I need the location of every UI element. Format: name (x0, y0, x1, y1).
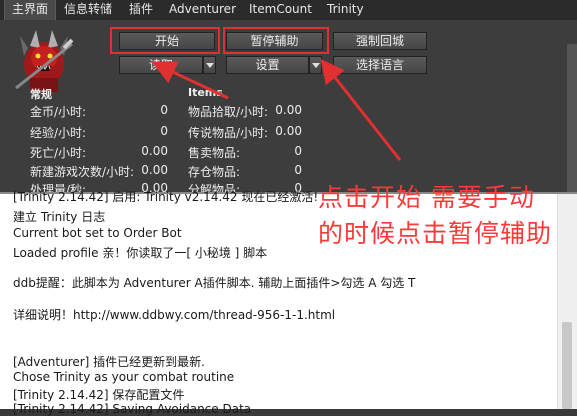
log-line: [Trinity 2.14.42] Saving Avoidance Data (13, 402, 252, 416)
instruction-line-1: 点击开始 需要手动 (318, 183, 535, 212)
sold-items-label: 售卖物品: (188, 146, 241, 160)
exp-per-hour-label: 经验/小时: (30, 126, 87, 140)
tab-itemcount[interactable]: ItemCount (242, 0, 319, 20)
panel-scrollbar[interactable] (567, 44, 577, 194)
main-panel: 开始 暂停辅助 强制回城 读取 设置 选择语言 常规 Items 金币/小时: … (0, 20, 577, 197)
log-line: ddb提醒：此脚本为 Adventurer A插件脚本. 辅助上面插件>勾选 A… (13, 276, 416, 290)
tab-plugins[interactable]: 插件 (122, 0, 160, 20)
log-scroll-thumb[interactable] (562, 322, 572, 409)
log-line: 详细说明！http://www.ddbwy.com/thread-956-1-1… (13, 308, 336, 322)
load-dropdown[interactable] (203, 56, 216, 74)
items-heading: Items (188, 86, 223, 99)
log-scrollbar[interactable] (557, 194, 577, 409)
items-picked-label: 物品拾取/小时: (188, 105, 269, 119)
tab-info-dump[interactable]: 信息转储 (57, 0, 119, 20)
log-line: Current bot set to Order Bot (13, 226, 182, 240)
general-heading: 常规 (30, 88, 52, 101)
log-line: 建立 Trinity 日志 (13, 210, 106, 224)
language-button[interactable]: 选择语言 (333, 56, 427, 74)
menu-bar: 主界面 信息转储 插件 Adventurer ItemCount Trinity (0, 0, 577, 21)
gold-per-hour-label: 金币/小时: (30, 105, 87, 119)
new-games-per-hour-label: 新建游戏次数/小时: (30, 165, 135, 179)
legendaries-value: 0.00 (275, 124, 302, 138)
log-line: Chose Trinity as your combat routine (13, 370, 235, 384)
tab-main[interactable]: 主界面 (4, 0, 57, 20)
deaths-per-hour-label: 死亡/小时: (30, 146, 87, 160)
chevron-down-icon (206, 63, 214, 68)
tab-trinity[interactable]: Trinity (320, 0, 371, 20)
log-line: Loaded profile 亲！你读取了一[ 小秘境 ] 脚本 (13, 246, 268, 260)
gold-per-hour-value: 0 (160, 103, 168, 117)
log-line: [Adventurer] 插件已经更新到最新. (13, 355, 205, 369)
deaths-per-hour-value: 0.00 (141, 144, 168, 158)
instruction-line-2: 的时候点击暂停辅助 (318, 219, 553, 248)
sold-items-value: 0 (294, 144, 302, 158)
log-line: [Trinity 2.14.42] 保存配置文件 (13, 388, 185, 402)
stashed-items-label: 存仓物品: (188, 165, 241, 179)
items-picked-value: 0.00 (275, 103, 302, 117)
legendaries-label: 传说物品/小时: (188, 126, 269, 140)
chevron-down-icon (312, 63, 320, 68)
stashed-items-value: 0 (294, 163, 302, 177)
force-return-button[interactable]: 强制回城 (333, 32, 427, 50)
load-button[interactable]: 读取 (119, 56, 203, 74)
new-games-per-hour-value: 0.00 (141, 163, 168, 177)
log-line: [Trinity 2.14.42] 启用: Trinity v2.14.42 现… (13, 190, 319, 204)
exp-per-hour-value: 0 (160, 124, 168, 138)
settings-button[interactable]: 设置 (226, 56, 309, 74)
settings-dropdown[interactable] (309, 56, 322, 74)
tab-adventurer[interactable]: Adventurer (162, 0, 243, 20)
pause-highlight-box (223, 27, 329, 54)
start-highlight-box (110, 27, 220, 54)
